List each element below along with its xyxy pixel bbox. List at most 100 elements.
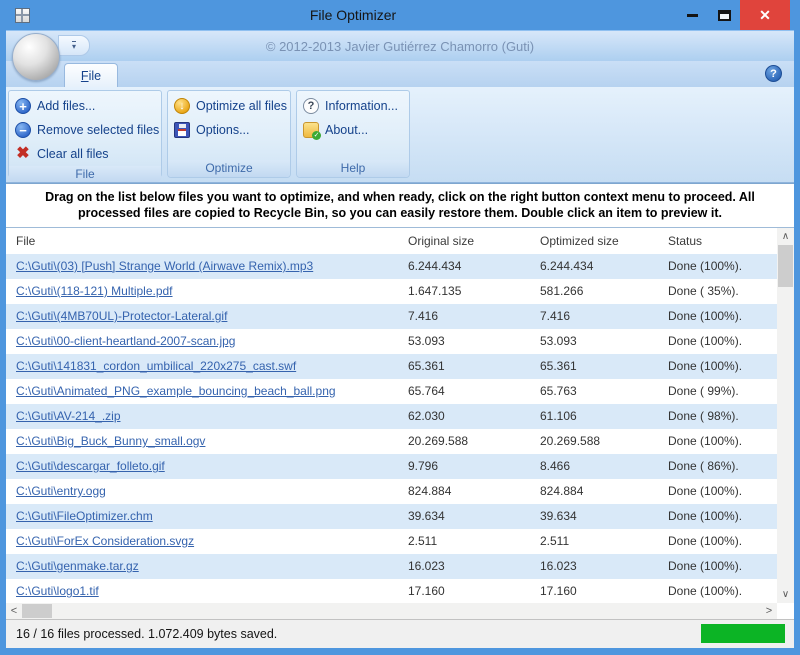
status-text: 16 / 16 files processed. 1.072.409 bytes… bbox=[16, 627, 277, 641]
group-caption-file: File bbox=[9, 166, 161, 182]
optimized-size-cell: 16.023 bbox=[540, 559, 668, 573]
horizontal-scroll-thumb[interactable] bbox=[22, 604, 52, 618]
remove-selected-files-label: Remove selected files bbox=[37, 123, 159, 137]
file-link[interactable]: C:\Guti\genmake.tar.gz bbox=[16, 559, 139, 573]
table-row[interactable]: C:\Guti\Animated_PNG_example_bouncing_be… bbox=[6, 379, 777, 404]
app-icon[interactable] bbox=[15, 8, 30, 23]
column-header-optimized-size[interactable]: Optimized size bbox=[540, 234, 668, 248]
vertical-scroll-thumb[interactable] bbox=[778, 245, 793, 287]
file-cell: C:\Guti\logo1.tif bbox=[6, 584, 408, 598]
progress-bar bbox=[701, 624, 785, 643]
file-link[interactable]: C:\Guti\AV-214_.zip bbox=[16, 409, 121, 423]
optimized-size-cell: 53.093 bbox=[540, 334, 668, 348]
file-link[interactable]: C:\Guti\entry.ogg bbox=[16, 484, 106, 498]
table-row[interactable]: C:\Guti\(4MB70UL)-Protector-Lateral.gif 7… bbox=[6, 304, 777, 329]
remove-selected-files-button[interactable]: − Remove selected files bbox=[15, 118, 155, 142]
file-link[interactable]: C:\Guti\descargar_folleto.gif bbox=[16, 459, 165, 473]
original-size-cell: 39.634 bbox=[408, 509, 540, 523]
optimized-size-cell: 39.634 bbox=[540, 509, 668, 523]
status-cell: Done (100%). bbox=[668, 484, 777, 498]
original-size-cell: 53.093 bbox=[408, 334, 540, 348]
scroll-right-icon[interactable]: > bbox=[761, 605, 777, 617]
table-row[interactable]: C:\Guti\logo1.tif17.16017.160Done (100%)… bbox=[6, 579, 777, 604]
information-button[interactable]: ? Information... bbox=[303, 94, 403, 118]
options-button[interactable]: Options... bbox=[174, 118, 284, 142]
optimized-size-cell: 61.106 bbox=[540, 409, 668, 423]
file-link[interactable]: C:\Guti\(03) [Push] Strange World (Airwa… bbox=[16, 259, 313, 273]
optimized-size-cell: 6.244.434 bbox=[540, 259, 668, 273]
file-link[interactable]: C:\Guti\(118-121) Multiple.pdf bbox=[16, 284, 173, 298]
window-content: © 2012-2013 Javier Gutiérrez Chamorro (G… bbox=[6, 30, 794, 648]
table-row[interactable]: C:\Guti\descargar_folleto.gif9.7968.466D… bbox=[6, 454, 777, 479]
vertical-scrollbar[interactable]: ∧ ∨ bbox=[777, 228, 794, 604]
optimized-size-cell: 65.763 bbox=[540, 384, 668, 398]
file-cell: C:\Guti\141831_cordon_umbilical_220x275_… bbox=[6, 359, 408, 373]
original-size-cell: 6.244.434 bbox=[408, 259, 540, 273]
file-cell: C:\Guti\00-client-heartland-2007-scan.jp… bbox=[6, 334, 408, 348]
remove-icon: − bbox=[15, 122, 31, 138]
file-link[interactable]: C:\Guti\141831_cordon_umbilical_220x275_… bbox=[16, 359, 296, 373]
optimize-all-files-button[interactable]: ↓ Optimize all files bbox=[174, 94, 284, 118]
file-link[interactable]: C:\Guti\00-client-heartland-2007-scan.jp… bbox=[16, 334, 235, 348]
scroll-up-icon[interactable]: ∧ bbox=[777, 228, 794, 245]
tab-file-label: File bbox=[81, 69, 101, 83]
application-orb-button[interactable] bbox=[12, 33, 60, 81]
close-icon: ✕ bbox=[759, 7, 771, 24]
file-cell: C:\Guti\genmake.tar.gz bbox=[6, 559, 408, 573]
tab-file[interactable]: File bbox=[64, 63, 118, 87]
scroll-down-icon[interactable]: ∨ bbox=[777, 586, 794, 603]
information-label: Information... bbox=[325, 99, 398, 113]
floppy-disk-icon bbox=[174, 122, 190, 138]
file-link[interactable]: C:\Guti\ForEx Consideration.svgz bbox=[16, 534, 194, 548]
clear-all-files-button[interactable]: ✖ Clear all files bbox=[15, 142, 155, 166]
maximize-button[interactable] bbox=[708, 0, 740, 30]
table-row[interactable]: C:\Guti\(03) [Push] Strange World (Airwa… bbox=[6, 254, 777, 279]
original-size-cell: 824.884 bbox=[408, 484, 540, 498]
status-cell: Done ( 99%). bbox=[668, 384, 777, 398]
quick-access-toolbar[interactable]: ▾ bbox=[58, 35, 90, 56]
table-row[interactable]: C:\Guti\141831_cordon_umbilical_220x275_… bbox=[6, 354, 777, 379]
optimized-size-cell: 17.160 bbox=[540, 584, 668, 598]
column-header-status[interactable]: Status bbox=[668, 234, 794, 248]
table-row[interactable]: C:\Guti\ForEx Consideration.svgz2.5112.5… bbox=[6, 529, 777, 554]
optimized-size-cell: 824.884 bbox=[540, 484, 668, 498]
file-link[interactable]: C:\Guti\Animated_PNG_example_bouncing_be… bbox=[16, 384, 336, 398]
table-row[interactable]: C:\Guti\AV-214_.zip62.03061.106Done ( 98… bbox=[6, 404, 777, 429]
original-size-cell: 7.416 bbox=[408, 309, 540, 323]
file-link[interactable]: C:\Guti\logo1.tif bbox=[16, 584, 99, 598]
file-link[interactable]: C:\Guti\(4MB70UL)-Protector-Lateral.gif bbox=[16, 309, 227, 323]
help-icon: ? bbox=[770, 68, 777, 80]
original-size-cell: 1.647.135 bbox=[408, 284, 540, 298]
instruction-banner: Drag on the list below files you want to… bbox=[6, 183, 794, 228]
status-cell: Done (100%). bbox=[668, 259, 777, 273]
table-row[interactable]: C:\Guti\(118-121) Multiple.pdf1.647.1355… bbox=[6, 279, 777, 304]
ribbon-group-help: ? Information... About... Help bbox=[296, 90, 410, 178]
table-row[interactable]: C:\Guti\genmake.tar.gz16.02316.023Done (… bbox=[6, 554, 777, 579]
ribbon-group-file: + Add files... − Remove selected files ✖… bbox=[8, 90, 162, 178]
table-row[interactable]: C:\Guti\entry.ogg824.884824.884Done (100… bbox=[6, 479, 777, 504]
original-size-cell: 17.160 bbox=[408, 584, 540, 598]
window-title: File Optimizer bbox=[30, 7, 676, 23]
help-button[interactable]: ? bbox=[765, 65, 782, 82]
tab-strip: File ? bbox=[6, 61, 794, 87]
file-link[interactable]: C:\Guti\Big_Buck_Bunny_small.ogv bbox=[16, 434, 205, 448]
original-size-cell: 65.361 bbox=[408, 359, 540, 373]
horizontal-scrollbar[interactable]: < > bbox=[6, 603, 777, 619]
table-row[interactable]: C:\Guti\00-client-heartland-2007-scan.jp… bbox=[6, 329, 777, 354]
scroll-left-icon[interactable]: < bbox=[6, 605, 22, 617]
column-header-original-size[interactable]: Original size bbox=[408, 234, 540, 248]
table-row[interactable]: C:\Guti\FileOptimizer.chm39.63439.634Don… bbox=[6, 504, 777, 529]
table-row[interactable]: C:\Guti\Big_Buck_Bunny_small.ogv20.269.5… bbox=[6, 429, 777, 454]
status-cell: Done (100%). bbox=[668, 309, 777, 323]
add-files-label: Add files... bbox=[37, 99, 95, 113]
question-mark-icon: ? bbox=[303, 98, 319, 114]
column-header-file[interactable]: File bbox=[6, 234, 408, 248]
add-files-button[interactable]: + Add files... bbox=[15, 94, 155, 118]
about-button[interactable]: About... bbox=[303, 118, 403, 142]
titlebar: File Optimizer ✕ bbox=[0, 0, 800, 30]
file-link[interactable]: C:\Guti\FileOptimizer.chm bbox=[16, 509, 153, 523]
status-cell: Done (100%). bbox=[668, 584, 777, 598]
file-list: File Original size Optimized size Status… bbox=[6, 228, 794, 620]
minimize-button[interactable] bbox=[676, 0, 708, 30]
close-button[interactable]: ✕ bbox=[740, 0, 790, 30]
